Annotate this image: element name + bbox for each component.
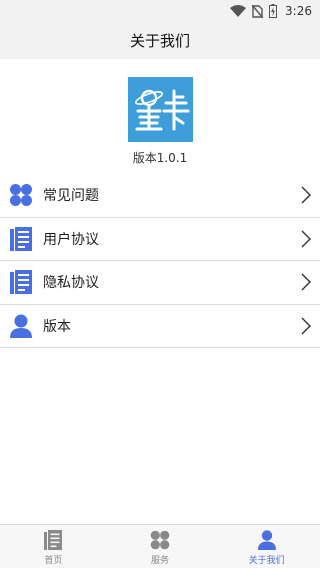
user-icon [256,529,278,551]
page-title: 关于我们 [129,32,190,50]
chevron-right-icon [300,230,312,248]
document-icon [9,270,33,295]
tab-services[interactable]: 服务 [107,525,214,568]
tab-about-us[interactable]: 关于我们 [213,525,320,568]
user-icon [9,314,33,338]
document-icon [42,529,64,551]
tab-home[interactable]: 首页 [0,525,107,568]
battery-charging-icon [269,4,278,18]
menu-item-label: 版本 [43,318,71,335]
status-time: 3:26 [285,4,312,18]
wifi-icon [230,5,247,17]
title-bar: 关于我们 [0,22,320,59]
bottom-tab-bar: 首页 服务 关于我们 [0,524,320,568]
no-sim-icon [252,4,264,18]
menu-item-privacy-policy[interactable]: 隐私协议 [0,261,320,305]
grid-clover-icon [149,529,171,551]
chevron-right-icon [300,273,312,291]
tab-label: 服务 [151,556,170,566]
chevron-right-icon [300,317,312,335]
app-logo [128,77,193,142]
menu-item-version[interactable]: 版本 [0,304,320,348]
about-hero: 版本1.0.1 [0,59,320,171]
chevron-right-icon [300,186,312,204]
status-bar: 3:26 [0,0,320,22]
menu-item-label: 用户协议 [43,231,99,248]
menu-item-label: 隐私协议 [43,275,99,292]
menu-item-user-agreement[interactable]: 用户协议 [0,217,320,261]
tab-label: 关于我们 [248,556,285,566]
document-icon [9,226,33,251]
menu-item-label: 常见问题 [43,188,99,205]
grid-clover-icon [9,183,33,207]
version-text: 版本1.0.1 [132,151,188,165]
about-menu: 常见问题 用户协议 隐私协议 版本 [0,174,320,348]
tab-label: 首页 [44,556,63,566]
menu-item-faq[interactable]: 常见问题 [0,174,320,218]
